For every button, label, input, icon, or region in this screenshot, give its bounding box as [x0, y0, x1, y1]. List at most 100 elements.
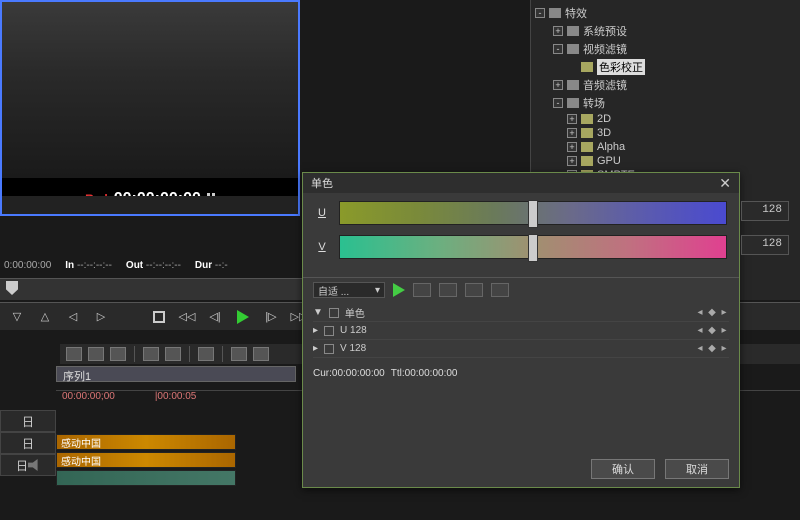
chevron-down-icon: ▾: [375, 285, 380, 296]
tool-4[interactable]: [143, 347, 159, 361]
checkbox[interactable]: [329, 308, 339, 318]
save-tool[interactable]: [198, 347, 214, 361]
stop-button[interactable]: [150, 309, 168, 325]
expand-icon[interactable]: -: [553, 98, 563, 108]
fx-label: 2D: [597, 113, 611, 125]
rewind-button[interactable]: ◁◁: [178, 309, 196, 325]
tool-2[interactable]: [88, 347, 104, 361]
playhead[interactable]: [6, 281, 18, 295]
fx-item[interactable]: 色彩校正: [535, 58, 796, 76]
collapse-icon[interactable]: -: [535, 8, 545, 18]
mark-in-button[interactable]: ▽: [8, 309, 26, 325]
fx-icon: [581, 114, 593, 124]
fx-label: 3D: [597, 127, 611, 139]
kf-row[interactable]: ▸U 128◂◆▸: [313, 322, 729, 340]
fx-label: GPU: [597, 155, 621, 167]
u-label: U: [315, 207, 329, 219]
fx-item[interactable]: + Alpha: [535, 140, 796, 154]
expand-icon[interactable]: +: [567, 128, 577, 138]
keyframe-toolbar: 自适 ...▾: [303, 277, 739, 302]
tool-3[interactable]: [110, 347, 126, 361]
audio-clip-1[interactable]: [56, 470, 236, 486]
folder-icon: [549, 8, 561, 18]
fx-icon: [581, 62, 593, 72]
cut-tool[interactable]: [231, 347, 247, 361]
tool-1[interactable]: [66, 347, 82, 361]
timecode-bar: 0:00:00:00 In --:--:--:-- Out --:--:--:-…: [0, 260, 300, 276]
fx-root[interactable]: - 特效: [535, 4, 796, 22]
v-slider[interactable]: [339, 235, 727, 259]
kf-graph-button[interactable]: [491, 283, 509, 297]
keyframe-tree: ▼单色 ◂◆▸▸U 128◂◆▸▸V 128◂◆▸: [303, 302, 739, 364]
play-button[interactable]: [234, 309, 252, 325]
cancel-button[interactable]: 取消: [665, 459, 729, 479]
fx-label: 色彩校正: [597, 59, 645, 75]
fx-item[interactable]: +2D: [535, 112, 796, 126]
video-clip-2[interactable]: 感动中国: [56, 452, 236, 468]
ok-button[interactable]: 确认: [591, 459, 655, 479]
preview-video: [2, 2, 298, 178]
sequence-tab[interactable]: 序列1: [56, 366, 296, 382]
expand-icon[interactable]: -: [553, 44, 563, 54]
prev-button[interactable]: ◁: [64, 309, 82, 325]
fx-label: 视频滤镜: [583, 41, 627, 57]
folder-icon: [567, 44, 579, 54]
video-clip-1[interactable]: 感动中国: [56, 434, 236, 450]
kf-btn-3[interactable]: [465, 283, 483, 297]
kf-label: V 128: [340, 343, 366, 354]
u-slider[interactable]: [339, 201, 727, 225]
cursor-timecode: Cur:00:00:00:00 Ttl:00:00:00:00: [303, 364, 739, 384]
fx-item[interactable]: + GPU: [535, 154, 796, 168]
checkbox[interactable]: [324, 326, 334, 336]
step-fwd-button[interactable]: |▷: [262, 309, 280, 325]
fx-label: Alpha: [597, 141, 625, 153]
track-headers: 日 日 日: [0, 410, 56, 476]
folder-icon: [567, 26, 579, 36]
expand-icon[interactable]: +: [567, 156, 577, 166]
speaker-icon[interactable]: [28, 459, 40, 471]
expand-icon[interactable]: +: [567, 142, 577, 152]
fx-icon: [581, 142, 593, 152]
kf-row[interactable]: ▼单色 ◂◆▸: [313, 304, 729, 322]
fx-label: 系统预设: [583, 23, 627, 39]
close-icon[interactable]: ✕: [719, 175, 731, 192]
checkbox[interactable]: [324, 344, 334, 354]
v-thumb[interactable]: [528, 234, 538, 262]
monochrome-dialog: 单色 ✕ U 128 V 128 自适 ...▾ |00:00:00:00 |0…: [302, 172, 740, 488]
track-header-v1[interactable]: 日: [0, 410, 56, 432]
kf-label: U 128: [340, 325, 367, 336]
kf-btn-2[interactable]: [439, 283, 457, 297]
next-button[interactable]: ▷: [92, 309, 110, 325]
folder-icon: [567, 80, 579, 90]
v-value[interactable]: 128: [741, 235, 789, 255]
mark-out-button[interactable]: △: [36, 309, 54, 325]
fx-item[interactable]: + 音频滤镜: [535, 76, 796, 94]
u-value[interactable]: 128: [741, 201, 789, 221]
fx-item[interactable]: +3D: [535, 126, 796, 140]
fx-label: 转场: [583, 95, 605, 111]
preview-monitor: Rcd 00:00:00:00: [0, 0, 300, 216]
fit-dropdown[interactable]: 自适 ...▾: [313, 282, 385, 298]
expand-icon[interactable]: +: [553, 26, 563, 36]
kf-label: 单色: [345, 305, 365, 320]
kf-row[interactable]: ▸V 128◂◆▸: [313, 340, 729, 358]
fx-icon: [581, 128, 593, 138]
preview-ruler[interactable]: [2, 196, 298, 214]
expand-icon[interactable]: +: [567, 114, 577, 124]
track-header-v2[interactable]: 日: [0, 432, 56, 454]
fx-item[interactable]: - 转场: [535, 94, 796, 112]
scissors-tool[interactable]: [253, 347, 269, 361]
tool-5[interactable]: [165, 347, 181, 361]
folder-icon: [567, 98, 579, 108]
step-back-button[interactable]: ◁|: [206, 309, 224, 325]
kf-loop-button[interactable]: [413, 283, 431, 297]
dialog-titlebar[interactable]: 单色 ✕: [303, 173, 739, 193]
fx-item[interactable]: - 视频滤镜: [535, 40, 796, 58]
tc-start: 0:00:00:00: [4, 260, 51, 276]
kf-play-button[interactable]: [393, 283, 405, 297]
fx-label: 音频滤镜: [583, 77, 627, 93]
track-header-a1[interactable]: 日: [0, 454, 56, 476]
fx-item[interactable]: + 系统预设: [535, 22, 796, 40]
u-thumb[interactable]: [528, 200, 538, 228]
expand-icon[interactable]: +: [553, 80, 563, 90]
